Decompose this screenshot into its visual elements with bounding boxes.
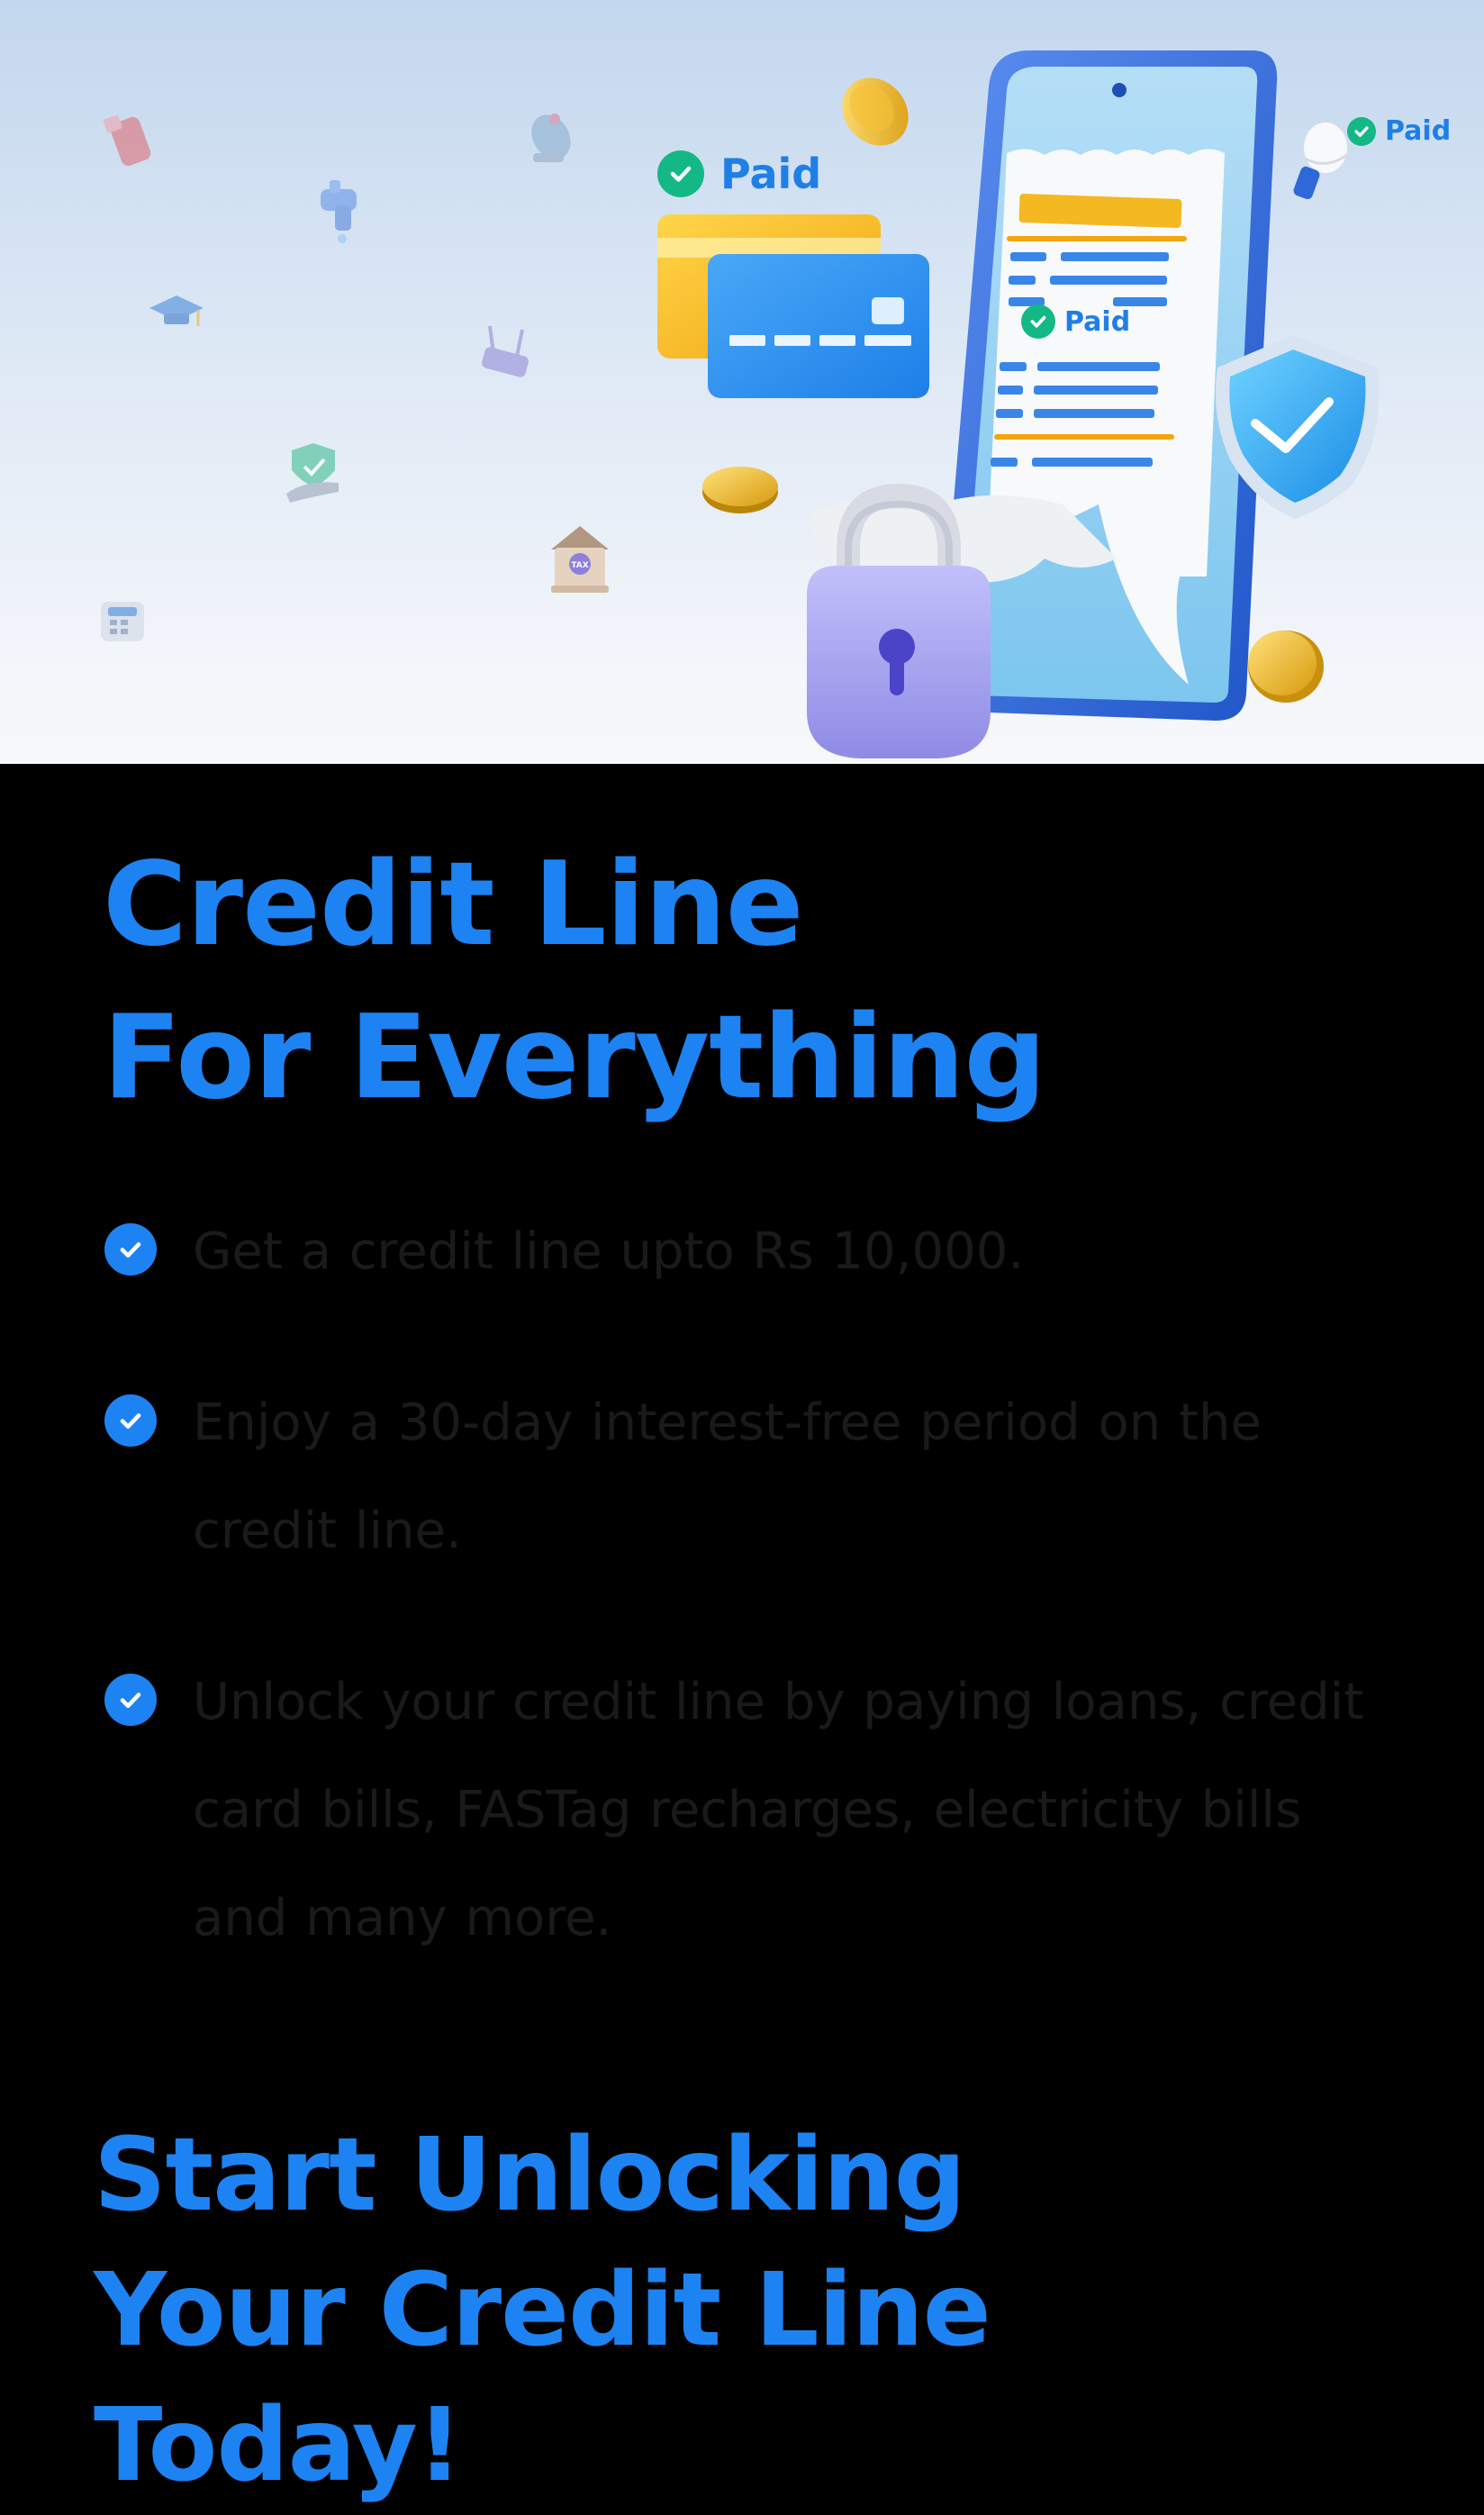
page-title: Credit Line For Everything <box>103 829 1046 1135</box>
coin-icon <box>1248 631 1324 703</box>
coin-icon <box>702 467 778 513</box>
paid-label: Paid <box>1064 305 1131 338</box>
check-circle-icon <box>1347 116 1376 146</box>
tax-label: TAX <box>571 561 588 570</box>
feature-list: Get a credit line upto Rs 10,000. Enjoy … <box>104 1198 1383 2036</box>
shield-hand-icon <box>286 443 339 503</box>
paid-chip-receipt: Paid <box>1021 304 1130 339</box>
tax-house-icon: TAX <box>551 526 609 593</box>
feature-text: Unlock your credit line by paying loans,… <box>193 1673 1364 1948</box>
check-bullet-icon <box>104 1674 157 1726</box>
landline-phone-icon <box>101 602 144 641</box>
graduation-cap-icon <box>149 295 204 326</box>
hero-artwork: TAX <box>101 50 1380 758</box>
check-bullet-icon <box>104 1223 157 1276</box>
hero-illustration: TAX Paid Paid Paid <box>0 0 1484 764</box>
check-circle-icon <box>1021 304 1055 339</box>
check-circle-icon <box>657 150 704 197</box>
cta-line-2: Your Credit Line <box>94 2252 991 2369</box>
coin-icon <box>842 77 909 146</box>
page-title-line-2: For Everything <box>103 991 1046 1125</box>
water-tap-icon <box>321 180 357 243</box>
paid-label: Paid <box>720 150 822 198</box>
page-title-line-1: Credit Line <box>103 838 803 972</box>
paid-chip-cards: Paid <box>657 150 821 198</box>
usb-icon <box>103 114 151 167</box>
cta-line-1: Start Unlocking <box>94 2117 966 2234</box>
satellite-dish-icon <box>531 113 571 162</box>
light-bulb-icon <box>1293 123 1348 200</box>
feature-text: Enjoy a 30-day interest-free period on t… <box>193 1394 1262 1560</box>
paid-label: Paid <box>1385 115 1452 147</box>
paid-chip-bulb: Paid <box>1347 115 1451 147</box>
credit-card-icon <box>708 254 929 398</box>
feature-item-credit-limit: Get a credit line upto Rs 10,000. <box>104 1198 1383 1306</box>
cta-line-3: Today! <box>94 2387 463 2504</box>
check-bullet-icon <box>104 1394 157 1447</box>
router-icon <box>482 325 529 377</box>
feature-item-unlock: Unlock your credit line by paying loans,… <box>104 1648 1383 1973</box>
cta-heading: Start Unlocking Your Credit Line Today! <box>94 2108 991 2513</box>
feature-item-interest-free: Enjoy a 30-day interest-free period on t… <box>104 1369 1383 1585</box>
feature-text: Get a credit line upto Rs 10,000. <box>193 1222 1025 1281</box>
